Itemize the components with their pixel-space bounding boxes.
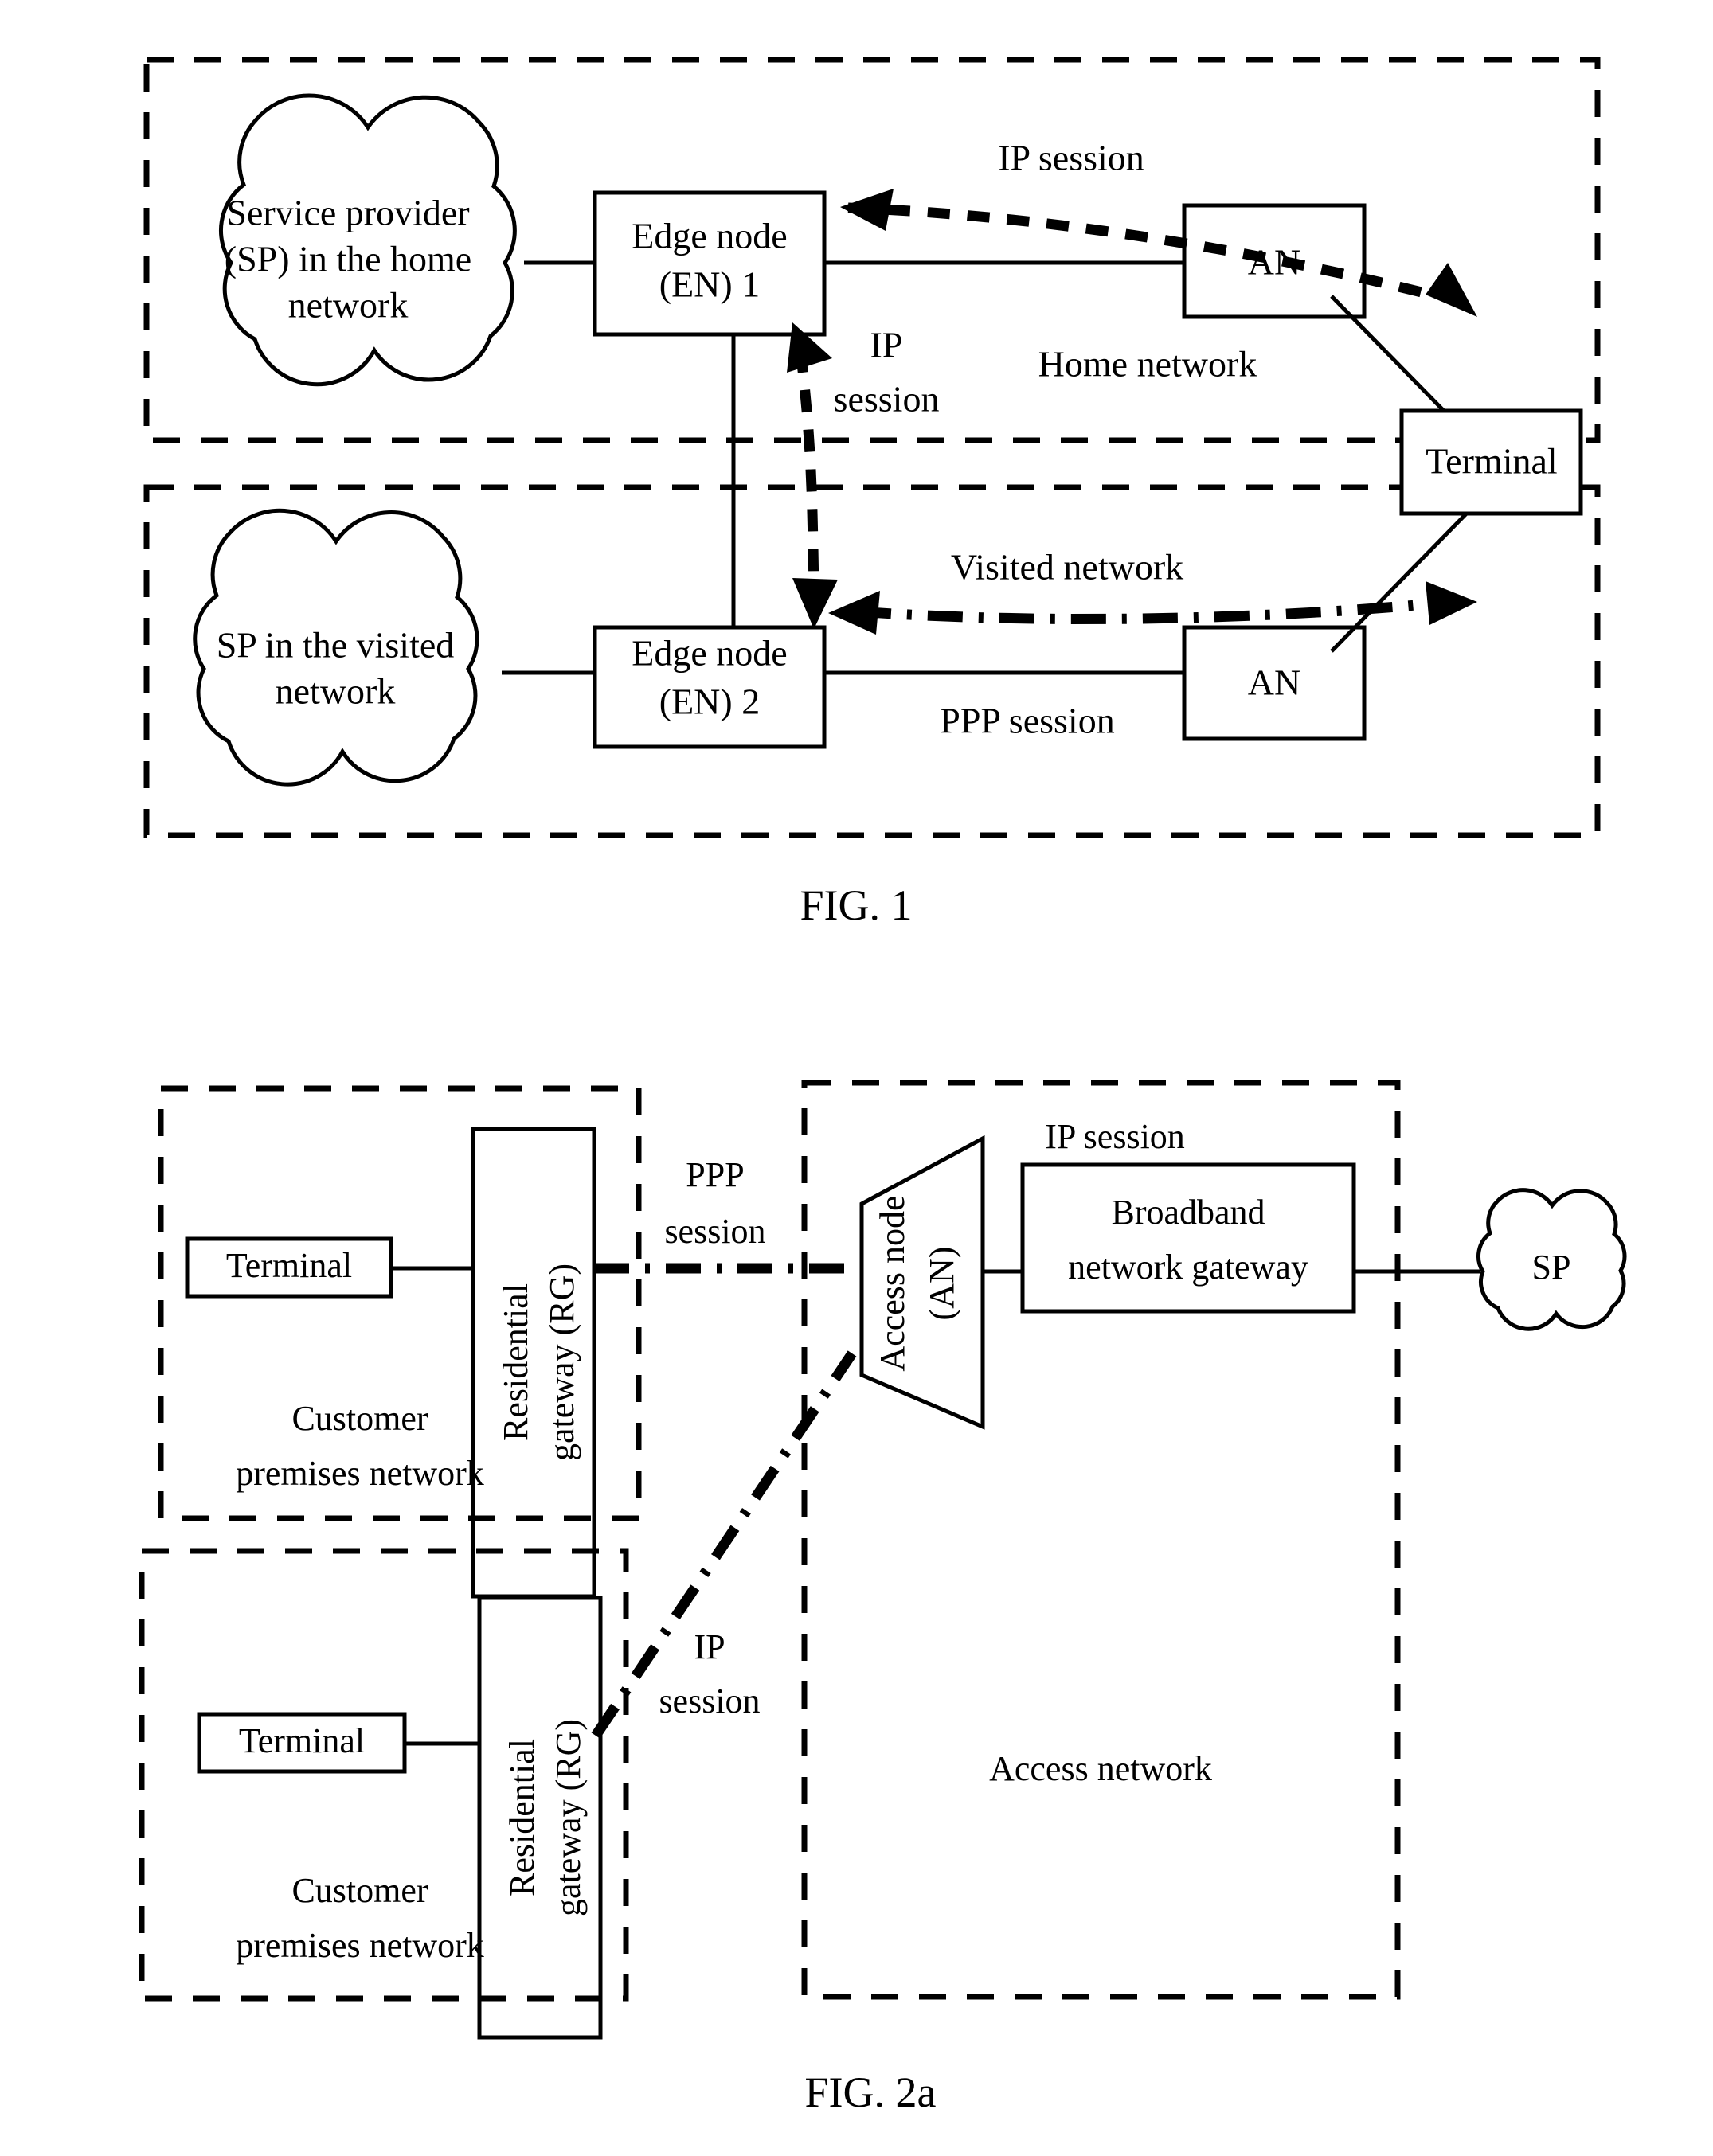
sp-home-line-2: (SP) in the home <box>225 239 471 279</box>
visited-session-path <box>828 581 1477 635</box>
figure-2a-caption: FIG. 2a <box>805 2068 937 2116</box>
visited-session-arrowhead-left <box>828 591 880 635</box>
access-network-area-label: Access network <box>989 1749 1212 1788</box>
access-node-trapezoid: Access node (AN) <box>859 1135 985 1430</box>
bng-line-2: network gateway <box>1068 1248 1308 1287</box>
terminal-fig1: Terminal <box>1399 408 1583 516</box>
access-node-line-2: (AN) <box>922 1247 961 1321</box>
ppp-session-label-visited: PPP session <box>940 701 1114 741</box>
ip-session-label-line-2: session <box>659 1681 760 1721</box>
sp-cloud-fig2a-label: SP <box>1532 1248 1571 1287</box>
en1-line-1: Edge node <box>632 216 787 256</box>
terminal-cpn-top: Terminal <box>185 1236 393 1299</box>
cpn-top-label-line-2: premises network <box>236 1454 484 1493</box>
cpn-bottom-label-line-1: Customer <box>291 1871 428 1910</box>
rg-top-line-1: Residential <box>496 1283 535 1441</box>
terminal-cpn-bottom: Terminal <box>197 1712 407 1774</box>
sp-cloud-fig2a: SP <box>1476 1188 1627 1331</box>
ip-session-path-between-ens <box>787 322 838 629</box>
terminal-fig1-label: Terminal <box>1426 441 1557 482</box>
en2-line-2: (EN) 2 <box>659 682 760 722</box>
ip-session-path-home <box>840 189 1477 317</box>
ip-session-arrowhead-down-en2 <box>792 578 838 629</box>
ip-session-arrowhead-en1 <box>840 189 894 231</box>
edge-node-2: Edge node (EN) 2 <box>593 625 827 749</box>
sp-visited-cloud: SP in the visited network <box>193 508 479 787</box>
bng-line-1: Broadband <box>1111 1193 1265 1232</box>
sp-home-cloud: Service provider (SP) in the home networ… <box>218 93 517 387</box>
ppp-session-label-line-1: PPP <box>686 1155 744 1194</box>
connector-an-visited-to-terminal <box>1330 495 1484 653</box>
inter-en-session-line-2: session <box>834 379 940 420</box>
access-node-line-1: Access node <box>873 1195 912 1371</box>
ip-session-arrowhead-right <box>1426 263 1477 317</box>
inter-en-session-line-1: IP <box>870 325 903 365</box>
figure-2a: Terminal Residential gateway (RG) Custom… <box>139 1080 1627 2116</box>
ip-session-label-access-network: IP session <box>1045 1117 1185 1156</box>
residential-gateway-bottom: Residential gateway (RG) <box>477 1596 603 2040</box>
rg-bottom-line-1: Residential <box>503 1739 542 1896</box>
an-visited-label: AN <box>1248 662 1300 703</box>
rg-bottom-line-2: gateway (RG) <box>549 1719 588 1916</box>
figure-1: Service provider (SP) in the home networ… <box>143 57 1601 929</box>
ppp-session-label-line-2: session <box>664 1212 765 1251</box>
patent-figure-sheet: Service provider (SP) in the home networ… <box>139 57 1627 2116</box>
cpn-top-label-line-1: Customer <box>291 1399 428 1438</box>
rg-top-line-2: gateway (RG) <box>542 1264 581 1461</box>
visited-session-arrowhead-right <box>1426 581 1477 625</box>
edge-node-1: Edge node (EN) 1 <box>593 190 827 337</box>
sp-visited-line-1: SP in the visited <box>217 625 455 666</box>
home-network-area-label: Home network <box>1038 344 1257 385</box>
terminal-cpn-top-label: Terminal <box>226 1246 352 1285</box>
sp-visited-line-2: network <box>276 671 396 712</box>
visited-network-area-label: Visited network <box>951 547 1183 588</box>
ip-session-label-line-1: IP <box>694 1627 725 1666</box>
figure-1-caption: FIG. 1 <box>800 881 912 929</box>
en1-line-2: (EN) 1 <box>659 264 760 305</box>
sp-home-line-1: Service provider <box>226 193 469 233</box>
terminal-cpn-bottom-label: Terminal <box>239 1721 365 1760</box>
cpn-bottom-label-line-2: premises network <box>236 1926 484 1965</box>
ip-session-line-fig2a <box>591 1350 857 1739</box>
broadband-network-gateway: Broadband network gateway <box>1020 1162 1356 1314</box>
en2-line-1: Edge node <box>632 633 787 674</box>
residential-gateway-top: Residential gateway (RG) <box>471 1127 596 1599</box>
sp-home-line-3: network <box>288 285 409 326</box>
ip-session-label-home: IP session <box>998 138 1144 178</box>
